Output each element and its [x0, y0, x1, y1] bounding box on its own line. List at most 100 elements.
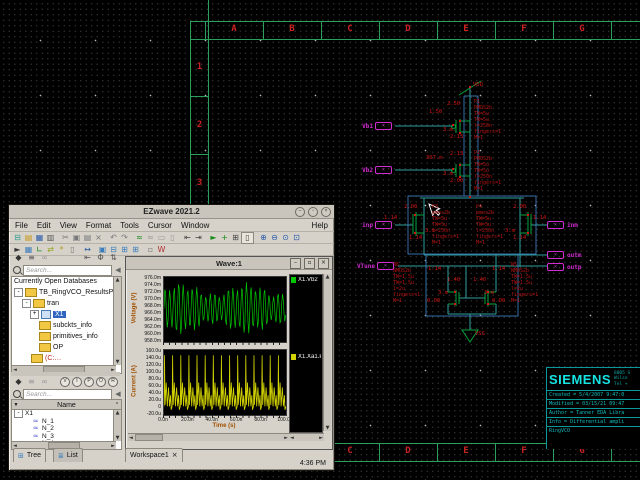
- new-database-icon[interactable]: ⊟: [12, 233, 23, 243]
- rubber-band-icon[interactable]: ▫: [145, 245, 156, 255]
- port-vb2[interactable]: ×: [375, 166, 392, 174]
- previous-view-icon[interactable]: ⇤: [182, 233, 193, 243]
- port-inm[interactable]: ×: [547, 221, 564, 229]
- restore-button[interactable]: ▫: [304, 258, 315, 269]
- chart-list-icon[interactable]: ▭: [156, 233, 167, 243]
- tree-item-tran[interactable]: -tran: [12, 298, 121, 309]
- maximize-button[interactable]: ▫: [308, 207, 318, 217]
- filter-r-icon[interactable]: R: [108, 377, 118, 387]
- menu-format[interactable]: Format: [86, 221, 111, 230]
- port-outm[interactable]: ×: [547, 251, 564, 259]
- tree-item-n2[interactable]: ≈N_2: [12, 425, 121, 433]
- tile-grid-icon[interactable]: ⊞: [130, 245, 141, 255]
- trace-icon[interactable]: ►: [208, 233, 219, 243]
- link-icon[interactable]: ∞: [39, 377, 50, 387]
- tree-expander[interactable]: -: [14, 288, 23, 297]
- filter-icon[interactable]: Φ: [95, 253, 106, 263]
- legend-entry[interactable]: X1.Xa1.P: [291, 354, 321, 360]
- tree-expander[interactable]: -: [22, 299, 31, 308]
- sort-icon[interactable]: ⇅: [108, 253, 119, 263]
- tree-item-tbringvcoresultspa[interactable]: -TB_RingVCO_ResultsPa: [12, 287, 121, 298]
- bus-view-icon[interactable]: W: [156, 245, 167, 255]
- link-icon[interactable]: ∞: [39, 253, 50, 263]
- clear-search-icon[interactable]: ◀: [114, 390, 122, 399]
- database-search-input[interactable]: Search...: [23, 265, 112, 276]
- signal-vscrollbar[interactable]: ▲▼: [113, 410, 121, 441]
- port-inp[interactable]: ×: [375, 221, 392, 229]
- add-waveform-icon[interactable]: ≈: [134, 233, 145, 243]
- db-tree-vscrollbar[interactable]: ▲▼: [113, 277, 121, 365]
- copy-icon[interactable]: ▣: [71, 233, 82, 243]
- zoom-in-icon[interactable]: ⊕: [258, 233, 269, 243]
- database-icon[interactable]: ◆: [13, 253, 24, 263]
- clear-search-icon[interactable]: ◀: [114, 266, 122, 275]
- tree-item-c[interactable]: (C:…: [12, 353, 121, 364]
- tree-expander[interactable]: -: [14, 409, 23, 418]
- tab-list[interactable]: ≣List: [53, 448, 83, 462]
- close-button[interactable]: ×: [318, 258, 329, 269]
- save-icon[interactable]: ▦: [34, 233, 45, 243]
- minimize-button[interactable]: –: [295, 207, 305, 217]
- port-vb1[interactable]: ×: [375, 122, 392, 130]
- menu-help[interactable]: Help: [312, 221, 328, 230]
- open-icon[interactable]: ▤: [23, 233, 34, 243]
- voltage-plot[interactable]: [163, 276, 287, 343]
- legend-entry[interactable]: X1.Vb2: [291, 277, 321, 283]
- collapse-icon[interactable]: ^: [113, 402, 121, 408]
- grid-icon[interactable]: ⊞: [230, 233, 241, 243]
- current-plot[interactable]: [163, 349, 287, 416]
- tree-item-primitivesinfo[interactable]: primitives_info: [12, 331, 121, 342]
- workspace-tab[interactable]: Workspace1 ×: [125, 448, 183, 462]
- legend-vscrollbar[interactable]: ▲▼: [323, 274, 331, 431]
- print-icon[interactable]: ▥: [45, 233, 56, 243]
- close-button[interactable]: ×: [321, 207, 331, 217]
- database-icon[interactable]: ◆: [13, 377, 24, 387]
- collapse-all-icon[interactable]: ⇤: [82, 253, 93, 263]
- plot-hscrollbar[interactable]: ◄►: [128, 433, 289, 441]
- next-view-icon[interactable]: ⇥: [193, 233, 204, 243]
- delete-icon[interactable]: ×: [93, 233, 104, 243]
- menu-view[interactable]: View: [60, 221, 77, 230]
- delete-waveform-icon[interactable]: ≈: [145, 233, 156, 243]
- menu-window[interactable]: Window: [181, 221, 209, 230]
- wave1-titlebar[interactable]: Wave:1 –▫×: [126, 257, 332, 270]
- tree-item-n3[interactable]: ≈N_3: [12, 433, 121, 441]
- redo-icon[interactable]: ↷: [119, 233, 130, 243]
- signal-search-input[interactable]: Search...: [23, 389, 112, 400]
- cursor-mode-icon[interactable]: ▯: [241, 232, 254, 244]
- tree-item-x1[interactable]: -X1: [12, 410, 121, 418]
- menu-tools[interactable]: Tools: [120, 221, 139, 230]
- pan-icon[interactable]: +: [219, 233, 230, 243]
- tree-item-x1[interactable]: +X1: [12, 309, 121, 320]
- filter-i-icon[interactable]: I: [72, 377, 82, 387]
- filter-p-icon[interactable]: P: [84, 377, 94, 387]
- ezwave-window[interactable]: EZwave 2021.2 –▫× File Edit View Format Tool…: [8, 204, 335, 471]
- menu-cursor[interactable]: Cursor: [148, 221, 172, 230]
- tree-item-n1[interactable]: ≈N_1: [12, 418, 121, 426]
- legend-hscrollbar[interactable]: ◄►: [289, 433, 324, 441]
- wave1-window[interactable]: Wave:1 –▫× Voltage (V) Current (A) 976.0…: [125, 256, 333, 450]
- tab-tree[interactable]: ⊞Tree: [13, 448, 46, 462]
- port-vtune[interactable]: ×: [377, 262, 394, 270]
- filter-o-icon[interactable]: O: [96, 377, 106, 387]
- chart-grid-icon[interactable]: ▯: [167, 233, 178, 243]
- zoom-full-icon[interactable]: ⊙: [280, 233, 291, 243]
- zoom-out-icon[interactable]: ⊖: [269, 233, 280, 243]
- sort-direction-icon[interactable]: ▼: [12, 402, 20, 408]
- menu-edit[interactable]: Edit: [37, 221, 51, 230]
- zoom-window-icon[interactable]: ⊡: [291, 233, 302, 243]
- tree-expander[interactable]: +: [30, 310, 39, 319]
- tree-item-subcktsinfo[interactable]: subckts_info: [12, 320, 121, 331]
- filter-v-icon[interactable]: V: [60, 377, 70, 387]
- paste-icon[interactable]: ▤: [82, 233, 93, 243]
- cut-icon[interactable]: ✂: [60, 233, 71, 243]
- ezwave-titlebar[interactable]: EZwave 2021.2 –▫×: [9, 205, 334, 219]
- minimize-button[interactable]: –: [290, 258, 301, 269]
- tree-item-op[interactable]: OP: [12, 342, 121, 353]
- undo-icon[interactable]: ↶: [108, 233, 119, 243]
- close-workspace-icon[interactable]: ×: [172, 452, 178, 459]
- list-view-icon[interactable]: ≡: [26, 377, 37, 387]
- list-view-icon[interactable]: ≡: [26, 253, 37, 263]
- port-outp[interactable]: ×: [547, 263, 564, 271]
- menu-file[interactable]: File: [15, 221, 28, 230]
